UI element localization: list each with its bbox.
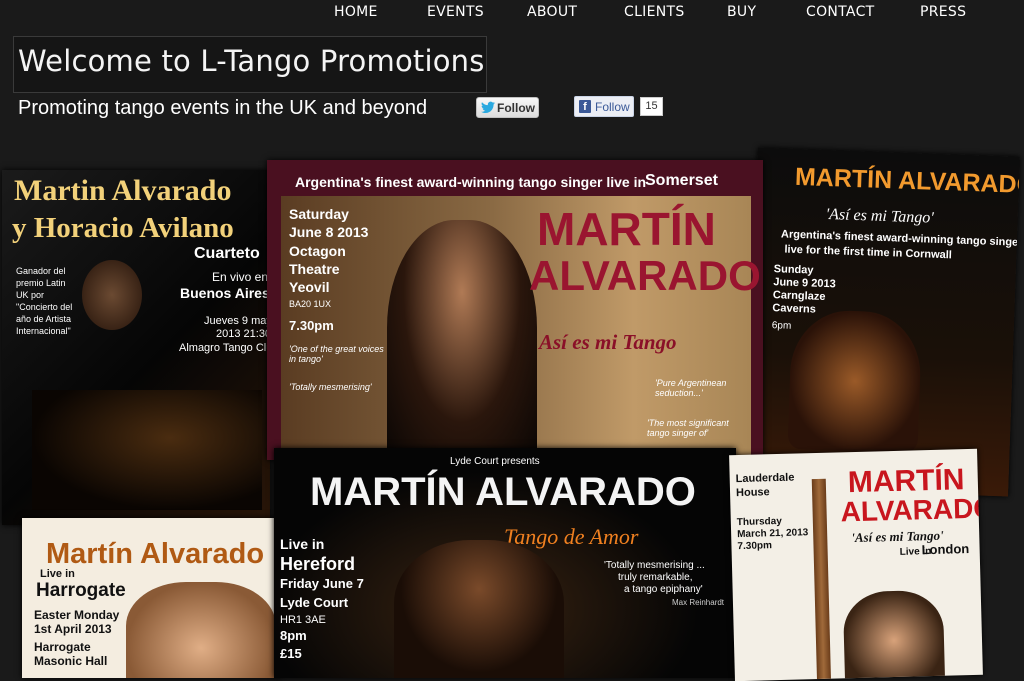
poster-text: HR1 3AE — [280, 614, 326, 626]
poster-text: Live in — [40, 568, 75, 580]
poster-text: ALVARADO — [529, 252, 761, 299]
poster-text: 'Pure Argentinean seduction...' — [655, 378, 727, 398]
poster-text: Somerset — [645, 172, 718, 189]
facebook-follow-button[interactable]: f Follow — [574, 96, 634, 117]
facebook-icon: f — [579, 100, 591, 113]
poster-text: £15 — [280, 646, 302, 661]
poster-text: 7.30pm — [289, 318, 334, 333]
poster-text: Saturday — [289, 206, 349, 222]
poster-text: Theatre — [289, 261, 340, 277]
poster-text: 1st April 2013 — [34, 622, 112, 636]
poster-text: Harrogate — [36, 580, 126, 601]
poster-text: 'Así es mi Tango' — [825, 205, 934, 227]
poster-text: MARTÍN ALVARADO — [794, 162, 1020, 200]
poster-text: 7.30pm — [737, 540, 773, 553]
twitter-bird-icon — [481, 101, 495, 114]
page-title-box: Welcome to L-Tango Promotions — [13, 36, 487, 93]
poster-harrogate[interactable]: Martín Alvarado Live in Harrogate Easter… — [22, 518, 280, 678]
poster-text: 'One of the great voices in tango' — [289, 344, 384, 364]
poster-hereford[interactable]: Lyde Court presents MARTÍN ALVARADO Tang… — [274, 448, 736, 678]
poster-text: House — [735, 486, 770, 500]
poster-text: Lyde Court presents — [450, 456, 540, 467]
poster-text: MARTÍN ALVARADO — [310, 470, 696, 514]
facebook-follow-label: Follow — [595, 100, 630, 114]
singer-portrait — [387, 220, 537, 460]
poster-text: Lyde Court — [280, 595, 349, 610]
poster-text: Sunday — [773, 263, 814, 277]
poster-text: a tango epiphany' — [624, 584, 703, 595]
poster-text: y Horacio Avilano — [12, 212, 234, 244]
nav-about[interactable]: ABOUT — [527, 4, 577, 20]
poster-text: Buenos Aires — [180, 285, 270, 301]
poster-text: Almagro Tango Club — [179, 342, 270, 354]
poster-text: Yeovil — [289, 279, 330, 295]
stage-lights — [32, 390, 262, 510]
twitter-follow-button[interactable]: Follow — [476, 97, 539, 118]
poster-text: Masonic Hall — [34, 654, 108, 668]
poster-text: Carnglaze — [772, 289, 826, 303]
twitter-follow-label: Follow — [497, 101, 535, 115]
poster-text: ALVARADO — [840, 492, 983, 528]
poster-london[interactable]: Lauderdale House Thursday March 21, 2013… — [729, 448, 983, 681]
poster-somerset[interactable]: Argentina's finest award-winning tango s… — [267, 160, 763, 460]
poster-buenos-aires[interactable]: Martin Alvarado y Horacio Avilano Cuarte… — [2, 170, 270, 525]
poster-text: 'Totally mesmerising ... — [604, 560, 705, 571]
poster-text: 'Totally mesmerising' — [289, 382, 372, 392]
poster-text: Caverns — [772, 302, 817, 316]
poster-text: 8pm — [280, 628, 307, 643]
singer-silhouette — [82, 260, 142, 330]
poster-text: Octagon — [289, 243, 346, 259]
poster-text: MARTÍN — [537, 203, 716, 255]
poster-text: June 9 2013 — [773, 276, 836, 291]
guitarist-figure — [787, 308, 923, 454]
poster-text: En vivo en — [212, 270, 269, 284]
nav-home[interactable]: HOME — [334, 4, 378, 20]
nav-contact[interactable]: CONTACT — [806, 4, 875, 20]
poster-text: Lauderdale — [735, 471, 795, 486]
poster-text: Harrogate — [34, 640, 91, 654]
poster-text: live for the first time in Cornwall — [784, 243, 953, 262]
poster-text: truly remarkable, — [618, 572, 693, 583]
poster-text: Cuarteto — [194, 245, 260, 262]
poster-text: Martin Alvarado — [14, 174, 232, 207]
poster-text: BA20 1UX — [289, 299, 332, 309]
tagline: Promoting tango events in the UK and bey… — [18, 97, 428, 119]
poster-text: 'The most significant tango singer of' — [647, 418, 729, 438]
nav-clients[interactable]: CLIENTS — [624, 4, 685, 20]
nav-press[interactable]: PRESS — [920, 4, 966, 20]
poster-text: Ganador del premio Latin UK por "Concier… — [16, 266, 73, 336]
poster-text: March 21, 2013 — [737, 527, 809, 541]
poster-text: Hereford — [280, 554, 356, 574]
guitar-neck — [811, 478, 831, 680]
poster-text: Friday June 7 — [280, 576, 364, 591]
singer-portrait — [842, 589, 946, 681]
poster-text: Así es mi Tango — [539, 330, 677, 354]
poster-text: Max Reinhardt — [672, 598, 725, 607]
page-title: Welcome to L-Tango Promotions — [18, 44, 485, 78]
poster-text: 2013 21:30 — [216, 328, 270, 340]
poster-text: 6pm — [771, 320, 792, 332]
poster-cornwall[interactable]: MARTÍN ALVARADO 'Así es mi Tango' Argent… — [746, 147, 1020, 497]
nav-buy[interactable]: BUY — [727, 4, 756, 20]
top-nav: HOME EVENTS ABOUT CLIENTS BUY CONTACT PR… — [0, 0, 1024, 24]
guitarist-figure — [394, 540, 564, 678]
poster-text: Jueves 9 mayo — [204, 315, 270, 327]
singer-face — [126, 582, 276, 678]
poster-text: Thursday — [736, 515, 782, 529]
poster-text: Live in — [280, 536, 325, 552]
poster-text: Argentina's finest award-winning tango s… — [295, 174, 647, 190]
facebook-follow-count: 15 — [640, 97, 663, 116]
poster-text: London — [921, 541, 970, 558]
nav-events[interactable]: EVENTS — [427, 4, 484, 20]
poster-text: Easter Monday — [34, 608, 120, 622]
poster-text: Tango de Amor — [504, 524, 639, 549]
poster-text: Martín Alvarado — [46, 538, 265, 570]
poster-text: June 8 2013 — [289, 224, 369, 240]
